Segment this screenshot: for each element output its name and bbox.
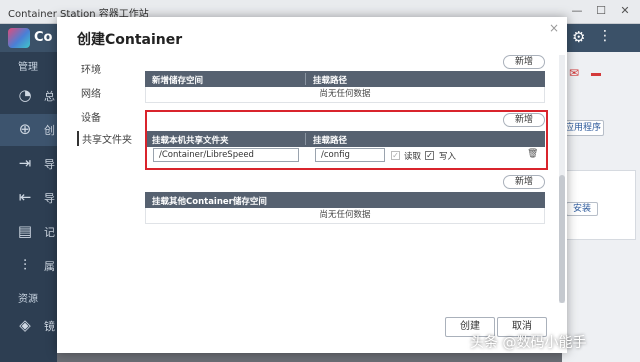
sidebar-section-manage: 管理 — [18, 62, 38, 73]
volume-table-header: 新增储存空间 挂载路径 — [145, 71, 545, 87]
red-highlight-box — [145, 110, 548, 170]
minimize-icon[interactable]: — — [568, 3, 586, 19]
add-volume-button[interactable]: 新增 — [503, 55, 545, 69]
tab-network[interactable]: 网络 — [81, 85, 101, 100]
dashboard-icon: ◔ — [18, 86, 32, 104]
scrollbar-thumb[interactable] — [559, 175, 565, 303]
mount-path-column-header: 挂载路径 — [313, 76, 348, 86]
shared-folders-panel: 新增 新增储存空间 挂载路径 尚无任何数据 新增 挂载本机共享文件夹 挂载路径 … — [145, 55, 557, 303]
image-icon: ◈ — [19, 316, 31, 334]
sidebar-item-overview[interactable]: ◔ 总 — [0, 80, 57, 112]
container-volume-table-header: 挂载其他Container储存空间 — [145, 192, 545, 208]
mail-icon[interactable]: ✉ — [569, 66, 579, 80]
app-logo-bar: Co — [0, 24, 57, 52]
watermark: 头条 @数码小能手 — [470, 335, 587, 351]
container-station-logo-icon — [8, 28, 30, 48]
volume-column-header: 新增储存空间 — [152, 76, 204, 86]
sidebar-item-log[interactable]: ▤ 记 — [0, 216, 57, 248]
tab-shared-folders[interactable]: 共享文件夹 — [77, 131, 132, 146]
dialog-scrollbar[interactable] — [559, 55, 565, 303]
sidebar-item-preferences[interactable]: ⫶ 属 — [0, 250, 57, 282]
tab-environment[interactable]: 环境 — [81, 61, 101, 76]
create-container-dialog: 创建Container × 环境 网络 设备 共享文件夹 新增 新增储存空间 挂… — [57, 17, 567, 353]
sidebar-item-images[interactable]: ◈ 镜 — [0, 310, 57, 342]
add-container-volume-button[interactable]: 新增 — [503, 175, 545, 189]
close-icon[interactable]: ✕ — [616, 3, 634, 19]
maximize-icon[interactable]: ☐ — [592, 3, 610, 19]
export-icon: ⇤ — [18, 188, 32, 206]
log-icon: ▤ — [17, 222, 33, 240]
plus-icon: ⊕ — [18, 120, 32, 138]
dialog-title: 创建Container — [77, 32, 183, 48]
container-volume-column-header: 挂载其他Container储存空间 — [152, 197, 267, 207]
sidebar-item-export[interactable]: ⇤ 导 — [0, 182, 57, 214]
app-logo-text: Co — [34, 30, 53, 45]
sidebar-section-resources: 资源 — [18, 294, 38, 305]
dialog-close-icon[interactable]: × — [549, 21, 559, 35]
apps-button[interactable]: 应用程序 — [562, 120, 604, 136]
notification-indicator — [591, 73, 601, 76]
tab-devices[interactable]: 设备 — [81, 109, 101, 124]
more-options-icon[interactable]: ⋮ — [598, 28, 612, 44]
preferences-icon: ⫶ — [23, 256, 27, 274]
volume-table-empty: 尚无任何数据 — [145, 87, 545, 103]
gear-icon[interactable]: ⚙ — [572, 28, 585, 46]
install-button[interactable]: 安装 — [566, 202, 598, 216]
sidebar-item-import[interactable]: ⇥ 导 — [0, 148, 57, 180]
container-volume-table-empty: 尚无任何数据 — [145, 208, 545, 224]
sidebar-item-create[interactable]: ⊕ 创 — [0, 114, 57, 146]
import-icon: ⇥ — [18, 154, 32, 172]
